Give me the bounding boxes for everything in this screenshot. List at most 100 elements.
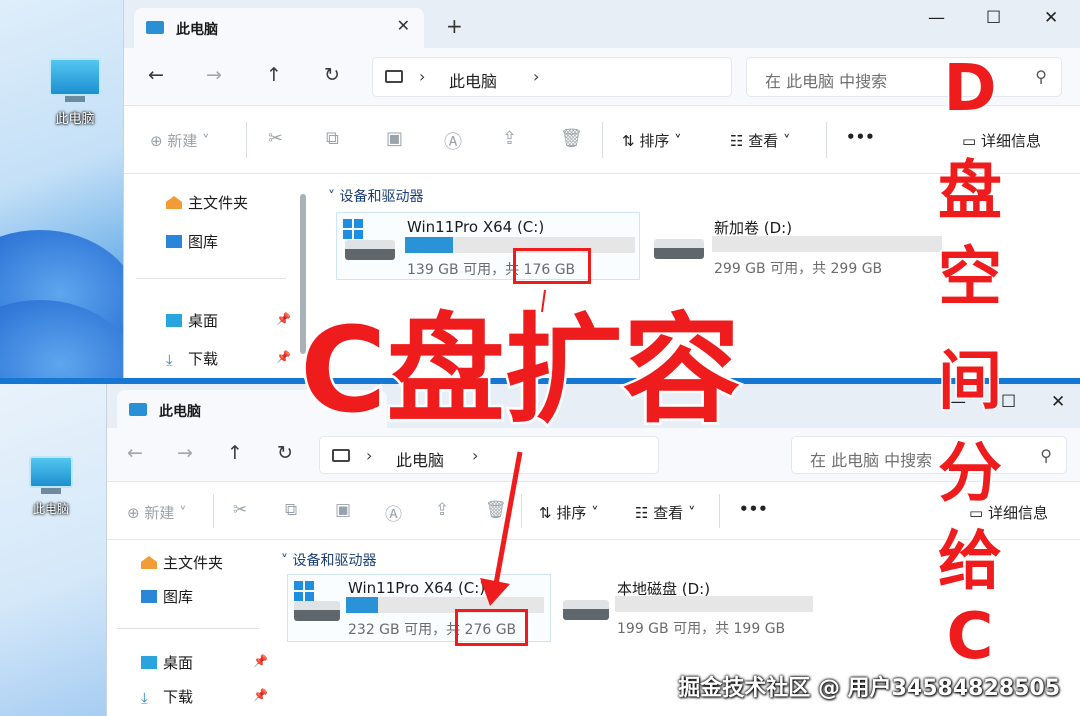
forward-button[interactable]: → bbox=[177, 442, 193, 464]
new-tab-button[interactable]: + bbox=[446, 14, 463, 38]
search-placeholder: 在 此电脑 中搜索 bbox=[810, 451, 933, 470]
pin-icon[interactable]: 📌 bbox=[276, 312, 291, 326]
side-caption-char: 盘 bbox=[937, 154, 1004, 231]
drive-name: Win11Pro X64 (C:) bbox=[348, 579, 486, 597]
drive-space-info: 299 GB 可用，共 299 GB bbox=[714, 261, 883, 277]
nav-item-downloads[interactable]: ⤓ 下载 bbox=[166, 348, 218, 369]
home-icon bbox=[166, 196, 182, 209]
tab-close-button[interactable]: ✕ bbox=[397, 16, 410, 35]
breadcrumb-chevron[interactable]: › bbox=[472, 446, 478, 465]
windows-logo-icon bbox=[294, 581, 314, 601]
new-button[interactable]: ⊕ 新建 ˅ bbox=[127, 502, 187, 523]
section-header[interactable]: ˅ 设备和驱动器 bbox=[281, 550, 376, 570]
nav-item-gallery[interactable]: 图库 bbox=[166, 231, 218, 252]
search-box[interactable]: 在 此电脑 中搜索 ⚲ bbox=[791, 436, 1067, 474]
nav-item-home[interactable]: 主文件夹 bbox=[166, 192, 248, 213]
copy-icon[interactable]: ⧉ bbox=[285, 500, 297, 520]
download-icon: ⤓ bbox=[141, 689, 148, 707]
close-window-button[interactable]: ✕ bbox=[1044, 8, 1058, 28]
disk-icon bbox=[563, 600, 609, 620]
new-button[interactable]: ⊕ 新建 ˅ bbox=[150, 130, 210, 151]
drive-usage-fill bbox=[405, 237, 454, 253]
desktop-icon-this-pc[interactable]: 此电脑 bbox=[16, 456, 86, 517]
disk-icon bbox=[654, 239, 704, 259]
navigation-pane: 主文件夹 图库 桌面 📌 ⤓ 下载 📌 bbox=[124, 174, 306, 378]
view-button[interactable]: ☷ 查看 ˅ bbox=[635, 502, 696, 523]
paste-icon[interactable]: ▣ bbox=[386, 128, 403, 149]
desktop-icon-this-pc[interactable]: 此电脑 bbox=[40, 58, 110, 127]
home-icon bbox=[141, 556, 157, 569]
drive-d[interactable]: 新加卷 (D:) 299 GB 可用，共 299 GB bbox=[650, 212, 950, 280]
search-box[interactable]: 在 此电脑 中搜索 ⚲ bbox=[746, 57, 1062, 97]
minimize-button[interactable]: — bbox=[928, 8, 945, 28]
cut-icon[interactable]: ✂ bbox=[268, 128, 283, 149]
gallery-icon bbox=[141, 590, 157, 603]
pin-icon[interactable]: 📌 bbox=[276, 350, 291, 364]
drive-usage-bar bbox=[615, 596, 813, 612]
paste-icon[interactable]: ▣ bbox=[335, 500, 351, 520]
sort-button[interactable]: ⇅ 排序 ˅ bbox=[539, 502, 599, 523]
sort-icon: ⇅ bbox=[622, 132, 635, 150]
delete-icon[interactable]: 🗑 bbox=[560, 128, 583, 149]
breadcrumb-chevron[interactable]: › bbox=[419, 67, 425, 86]
section-header[interactable]: ˅ 设备和驱动器 bbox=[328, 186, 423, 206]
up-button[interactable]: ↑ bbox=[227, 442, 243, 464]
drive-space-info: 199 GB 可用，共 199 GB bbox=[617, 621, 786, 637]
maximize-button[interactable]: ☐ bbox=[986, 8, 1001, 28]
up-button[interactable]: ↑ bbox=[266, 64, 282, 86]
sort-button[interactable]: ⇅ 排序 ˅ bbox=[622, 130, 682, 151]
breadcrumb-this-pc[interactable]: 此电脑 bbox=[396, 447, 444, 471]
disk-icon bbox=[294, 601, 340, 621]
pin-icon[interactable]: 📌 bbox=[253, 654, 268, 668]
back-button[interactable]: ← bbox=[127, 442, 143, 464]
copy-icon[interactable]: ⧉ bbox=[326, 128, 339, 149]
close-window-button[interactable]: ✕ bbox=[1051, 392, 1065, 412]
address-bar[interactable]: › 此电脑 › bbox=[372, 57, 732, 97]
desktop-folder-icon bbox=[166, 314, 182, 327]
drive-d[interactable]: 本地磁盘 (D:) 199 GB 可用，共 199 GB bbox=[559, 574, 819, 642]
monitor-icon bbox=[29, 456, 73, 488]
desktop-folder-icon bbox=[141, 656, 157, 669]
delete-icon[interactable]: 🗑 bbox=[485, 500, 507, 520]
breadcrumb-this-pc[interactable]: 此电脑 bbox=[449, 68, 497, 92]
cut-icon[interactable]: ✂ bbox=[233, 500, 247, 520]
drive-name: 新加卷 (D:) bbox=[714, 219, 793, 237]
search-icon: ⚲ bbox=[1040, 446, 1052, 465]
breadcrumb-chevron[interactable]: › bbox=[533, 67, 539, 86]
share-icon[interactable]: ⇪ bbox=[502, 128, 517, 149]
nav-item-desktop[interactable]: 桌面 bbox=[141, 652, 193, 673]
more-options-button[interactable]: ••• bbox=[846, 128, 875, 146]
nav-item-gallery[interactable]: 图库 bbox=[141, 586, 193, 607]
nav-item-downloads[interactable]: ⤓ 下载 bbox=[141, 686, 193, 707]
tab-this-pc[interactable]: 此电脑 ✕ bbox=[134, 8, 424, 48]
refresh-button[interactable]: ↻ bbox=[324, 64, 340, 86]
windows-logo-icon bbox=[343, 219, 363, 239]
highlight-c-total-before bbox=[513, 248, 591, 284]
breadcrumb-chevron[interactable]: › bbox=[366, 446, 372, 465]
drive-c[interactable]: Win11Pro X64 (C:) 139 GB 可用，共 176 GB bbox=[336, 212, 640, 280]
monitor-icon bbox=[49, 58, 101, 96]
monitor-icon bbox=[385, 70, 403, 83]
rename-icon[interactable]: Ⓐ bbox=[444, 128, 462, 154]
view-icon: ☷ bbox=[635, 504, 649, 522]
desktop-icon-label: 此电脑 bbox=[55, 112, 95, 127]
monitor-icon bbox=[332, 449, 350, 462]
drive-usage-bar bbox=[712, 236, 942, 252]
share-icon[interactable]: ⇪ bbox=[435, 500, 449, 520]
more-options-button[interactable]: ••• bbox=[739, 500, 768, 518]
pin-icon[interactable]: 📌 bbox=[253, 688, 268, 702]
tab-bar: 此电脑 ✕ + — ☐ ✕ bbox=[124, 0, 1080, 48]
forward-button[interactable]: → bbox=[206, 64, 222, 86]
refresh-button[interactable]: ↻ bbox=[277, 442, 293, 464]
view-button[interactable]: ☷ 查看 ˅ bbox=[730, 130, 791, 151]
rename-icon[interactable]: Ⓐ bbox=[385, 500, 402, 525]
search-placeholder: 在 此电脑 中搜索 bbox=[765, 72, 888, 91]
side-caption-char: 空 bbox=[937, 240, 1004, 317]
nav-item-desktop[interactable]: 桌面 bbox=[166, 310, 218, 331]
nav-item-home[interactable]: 主文件夹 bbox=[141, 552, 223, 573]
desktop-wallpaper bbox=[0, 384, 106, 716]
back-button[interactable]: ← bbox=[148, 64, 164, 86]
search-icon: ⚲ bbox=[1035, 67, 1047, 86]
address-bar[interactable]: › 此电脑 › bbox=[319, 436, 659, 474]
side-caption-char: C bbox=[945, 599, 995, 676]
